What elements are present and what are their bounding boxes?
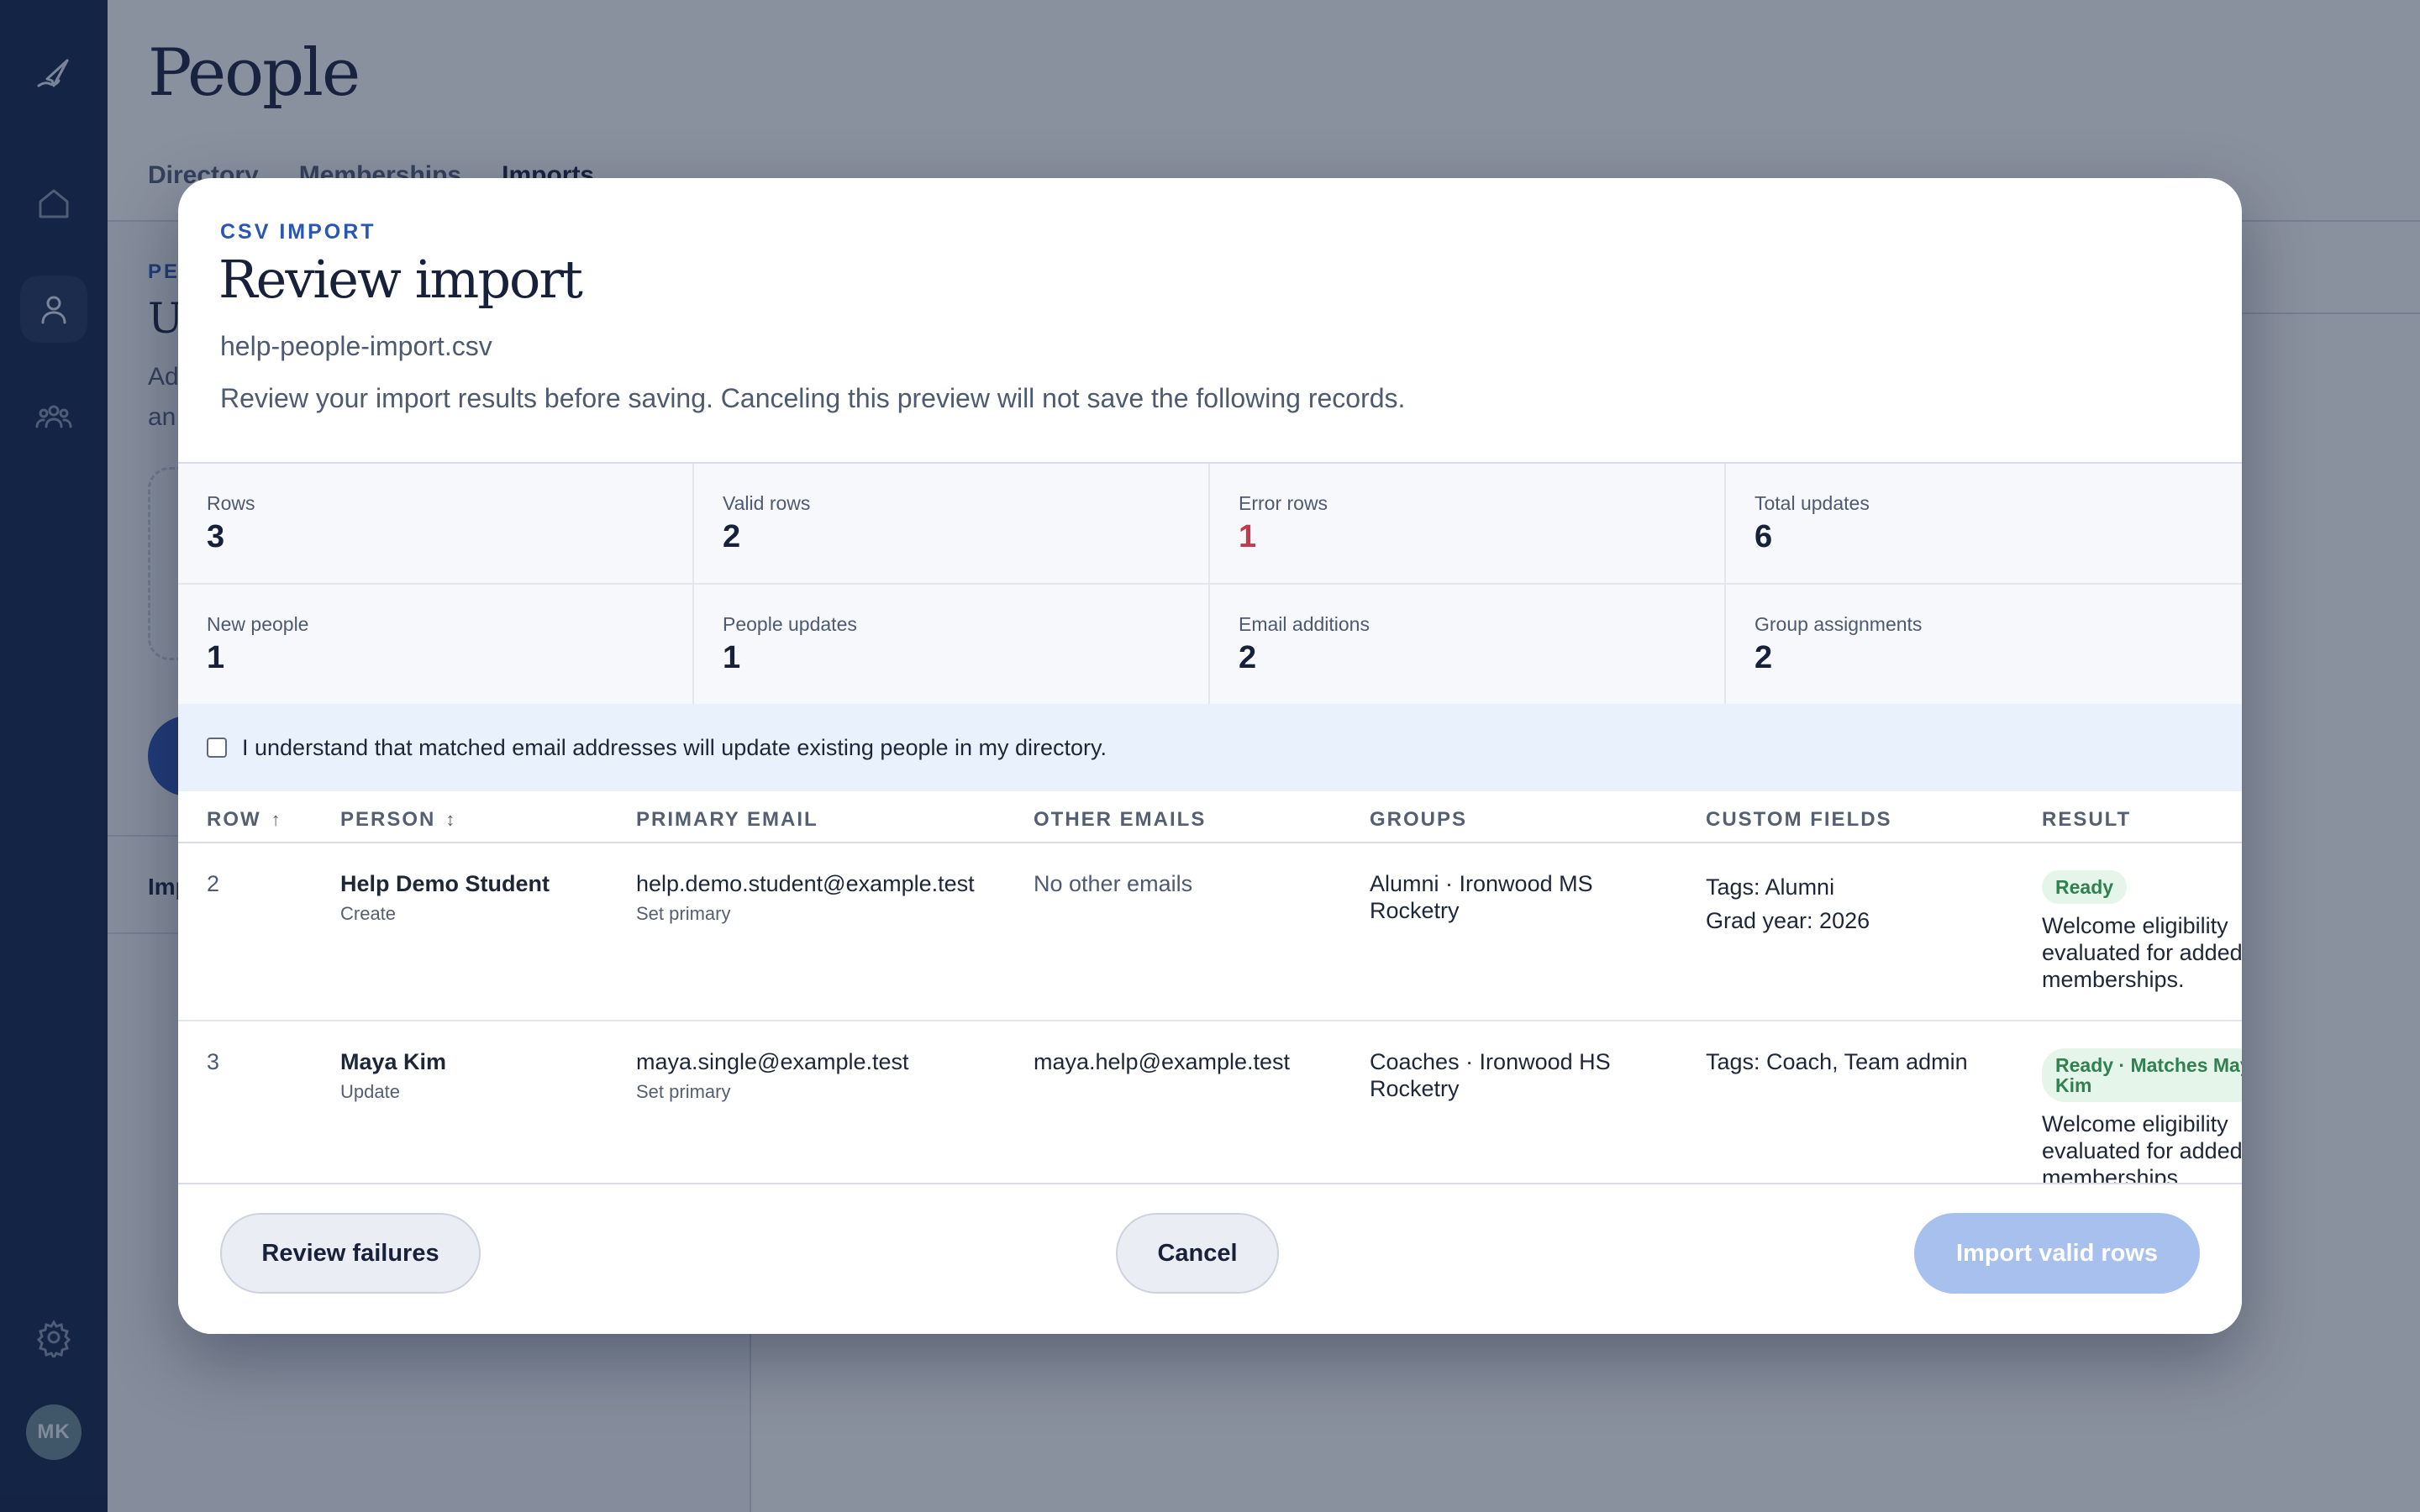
primary-email: maya.single@example.test (636, 1049, 909, 1074)
column-header-other-emails: OTHER EMAILS (1034, 808, 1207, 831)
acknowledgement-label[interactable]: I understand that matched email addresse… (242, 735, 1107, 761)
stat-value: 2 (1754, 640, 1773, 675)
primary-email: help.demo.student@example.test (636, 871, 975, 896)
stat-valid-rows: Valid rows 2 (694, 464, 1210, 585)
stat-email-additions: Email additions 2 (1210, 585, 1726, 706)
primary-note: Set primary (636, 1081, 731, 1102)
stat-label: Rows (207, 492, 255, 514)
stat-value: 1 (1239, 519, 1257, 554)
stat-label: People updates (723, 613, 857, 635)
stat-label: Valid rows (723, 492, 811, 514)
person-cell: Maya Kim Update (340, 1048, 446, 1105)
review-import-dialog: CSV IMPORT Review import help-people-imp… (178, 178, 2242, 1334)
result-text: Welcome eligibility evaluated for added … (2042, 913, 2242, 992)
table-row: 3 Maya Kim Update maya.single@example.te… (178, 1021, 2242, 1183)
table-header: ROW ↑ PERSON ↕ PRIMARY EMAIL OTHER EMAILS … (178, 791, 2242, 843)
stat-value: 6 (1754, 519, 1773, 554)
import-filename: help-people-import.csv (220, 331, 492, 361)
groups-line: Rocketry (1370, 1076, 1460, 1101)
stat-label: Total updates (1754, 492, 1870, 514)
person-name: Maya Kim (340, 1049, 447, 1074)
table-body: 2 Help Demo Student Create help.demo.stu… (178, 843, 2242, 1183)
stat-value: 2 (1239, 640, 1257, 675)
column-header-person[interactable]: PERSON ↕ (340, 808, 456, 832)
dialog-title: Review import (218, 249, 583, 310)
status-badge: Ready · Matches Maya Kim (2042, 1048, 2242, 1102)
custom-fields-cell: Tags: Coach, Team admin (1706, 1048, 1968, 1075)
cancel-button[interactable]: Cancel (1116, 1213, 1279, 1294)
stat-total-updates: Total updates 6 (1726, 464, 2242, 585)
review-failures-button[interactable]: Review failures (220, 1213, 481, 1294)
stat-people-updates: People updates 1 (694, 585, 1210, 706)
stat-rows: Rows 3 (178, 464, 694, 585)
column-header-groups: GROUPS (1370, 808, 1468, 831)
column-header-row[interactable]: ROW ↑ (207, 808, 282, 832)
stat-error-rows: Error rows 1 (1210, 464, 1726, 585)
stat-group-assignments: Group assignments 2 (1726, 585, 2242, 706)
dialog-kicker: CSV IMPORT (220, 220, 376, 244)
table-row: 2 Help Demo Student Create help.demo.stu… (178, 843, 2242, 1021)
stat-label: Group assignments (1754, 613, 1923, 635)
acknowledgement-row: I understand that matched email addresse… (178, 704, 2242, 791)
stat-value: 1 (723, 640, 741, 675)
stat-value: 1 (207, 640, 225, 675)
stat-label: New people (207, 613, 309, 635)
groups-cell: Coaches · Ironwood HS Rocketry (1370, 1048, 1611, 1102)
status-badge: Ready (2042, 870, 2128, 904)
import-valid-rows-button[interactable]: Import valid rows (1914, 1213, 2200, 1294)
person-cell: Help Demo Student Create (340, 870, 550, 927)
sort-toggle-icon: ↕ (445, 809, 457, 830)
custom-field: Tags: Coach, Team admin (1706, 1049, 1968, 1074)
stat-value: 2 (723, 519, 741, 554)
row-number: 2 (207, 871, 220, 896)
stat-label: Email additions (1239, 613, 1370, 635)
result-cell: Ready Welcome eligibility evaluated for … (2042, 870, 2242, 993)
groups-line: Rocketry (1370, 898, 1460, 923)
person-action: Update (340, 1081, 400, 1102)
primary-email-cell: maya.single@example.test Set primary (636, 1048, 909, 1105)
person-name: Help Demo Student (340, 871, 550, 896)
import-summary-stats: Rows 3 Valid rows 2 Error rows 1 Total u… (178, 462, 2242, 706)
dialog-description: Review your import results before saving… (220, 383, 1406, 413)
stat-label: Error rows (1239, 492, 1328, 514)
acknowledgement-checkbox[interactable] (207, 738, 227, 758)
custom-fields-cell: Tags: Alumni Grad year: 2026 (1706, 870, 1870, 937)
person-action: Create (340, 903, 397, 924)
column-header-result: RESULT (2042, 808, 2132, 831)
other-emails: maya.help@example.test (1034, 1049, 1291, 1074)
custom-field: Grad year: 2026 (1706, 908, 1870, 933)
sort-ascending-icon: ↑ (271, 809, 282, 830)
groups-cell: Alumni · Ironwood MS Rocketry (1370, 870, 1593, 924)
column-header-custom-fields: CUSTOM FIELDS (1706, 808, 1892, 831)
dialog-footer: Review failures Cancel Import valid rows (178, 1183, 2242, 1334)
stat-new-people: New people 1 (178, 585, 694, 706)
stat-value: 3 (207, 519, 225, 554)
custom-field: Tags: Alumni (1706, 874, 1835, 900)
result-cell: Ready · Matches Maya Kim Welcome eligibi… (2042, 1048, 2242, 1183)
row-number: 3 (207, 1049, 220, 1074)
other-emails: No other emails (1034, 871, 1193, 896)
groups-line: Coaches · Ironwood HS (1370, 1049, 1611, 1074)
primary-note: Set primary (636, 903, 731, 924)
result-text: Welcome eligibility evaluated for added … (2042, 1111, 2242, 1183)
groups-line: Alumni · Ironwood MS (1370, 871, 1593, 896)
primary-email-cell: help.demo.student@example.test Set prima… (636, 870, 975, 927)
column-header-primary-email: PRIMARY EMAIL (636, 808, 818, 831)
